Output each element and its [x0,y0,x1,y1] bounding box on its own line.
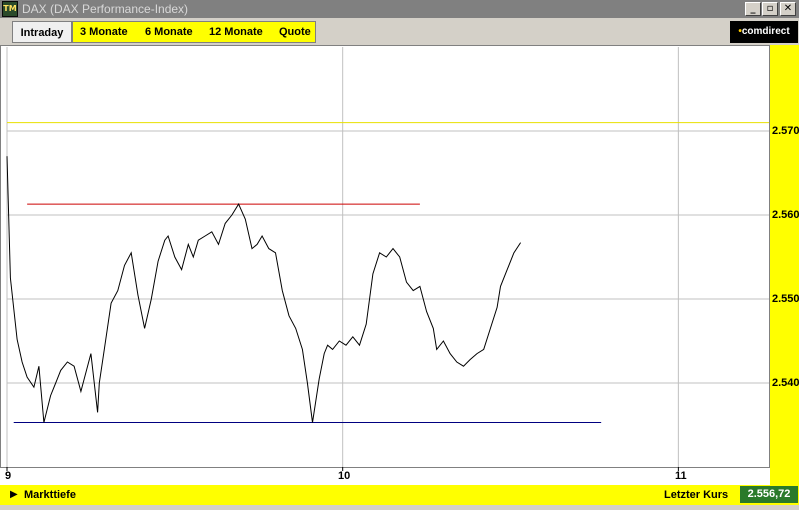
letzter-kurs-label: Letzter Kurs [664,489,729,501]
letzter-kurs-value: 2.556,72 [740,486,798,503]
markttiefe-arrow-icon[interactable]: ▶ [10,487,18,503]
bottom-status-bar: ▶ Markttiefe Letzter Kurs 2.556,72 [0,485,799,505]
markttiefe-link[interactable]: Markttiefe [24,487,76,503]
price-chart [6,47,769,471]
